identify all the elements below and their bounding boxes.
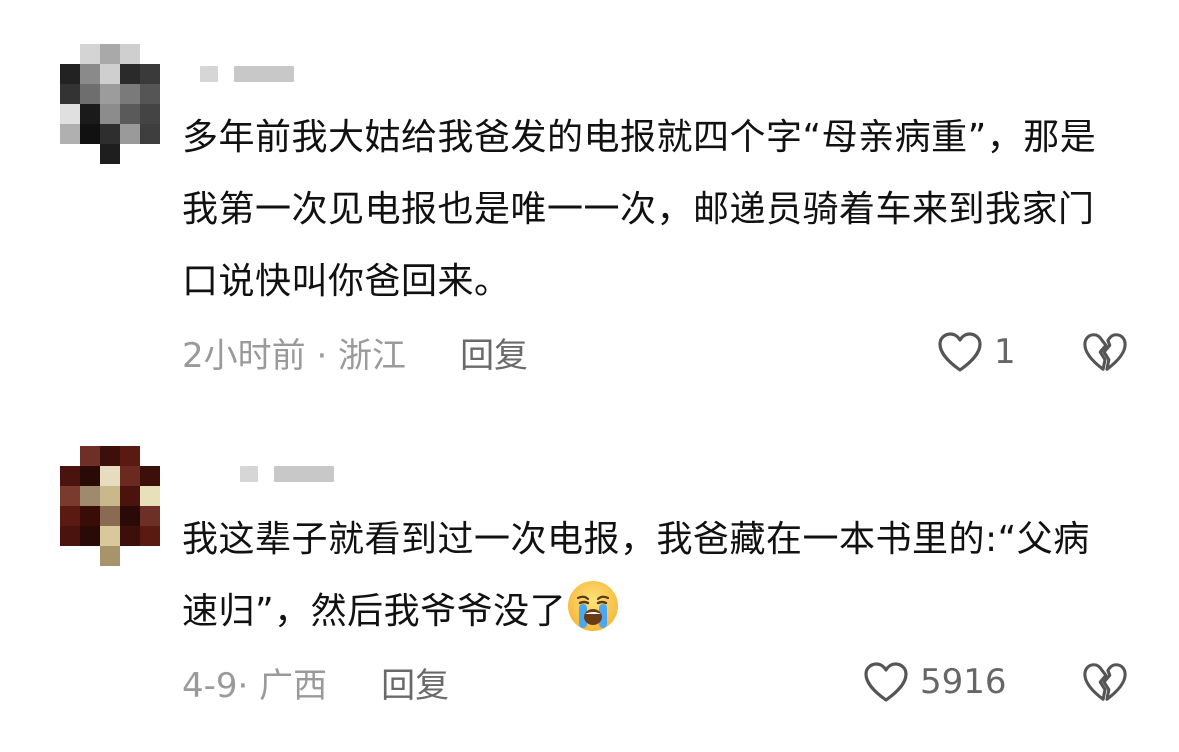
like-count: 1 [994, 332, 1016, 372]
broken-heart-icon [1083, 333, 1127, 371]
like-button[interactable]: 5916 [862, 658, 1007, 706]
crying-face-emoji [568, 581, 619, 631]
comment-text: 我这辈子就看到过一次电报，我爸藏在一本书里的:“父病 速归”，然后我爷爷没了 [182, 504, 1123, 648]
dislike-button[interactable] [1082, 330, 1128, 374]
avatar[interactable] [60, 44, 160, 164]
username-blurred[interactable] [240, 466, 334, 482]
comment-meta: 4-9· 广西 回复 [182, 658, 449, 706]
heart-outline-icon [938, 332, 982, 372]
heart-outline-icon [864, 662, 908, 702]
comment-time-location: 4-9· 广西 [182, 665, 328, 706]
username-blurred[interactable] [200, 66, 294, 82]
avatar[interactable] [60, 446, 160, 566]
comment-text: 多年前我大姑给我爸发的电报就四个字“母亲病重”，那是我第一次见电报也是唯一一次，… [182, 117, 1097, 302]
comment-meta: 2小时前 · 浙江 回复 [182, 328, 528, 376]
broken-heart-icon [1083, 663, 1127, 701]
comment-text-content: 我这辈子就看到过一次电报，我爸藏在一本书里的:“父病 速归”，然后我爷爷没了 [182, 519, 1090, 632]
comment-time-location: 2小时前 · 浙江 [182, 335, 407, 376]
comment-item: 多年前我大姑给我爸发的电报就四个字“母亲病重”，那是我第一次见电报也是唯一一次，… [0, 0, 1179, 390]
reply-button[interactable]: 回复 [381, 658, 449, 707]
like-count: 5916 [920, 662, 1007, 702]
like-button[interactable]: 1 [936, 328, 1016, 376]
dislike-button[interactable] [1082, 660, 1128, 704]
reply-button[interactable]: 回复 [460, 328, 528, 377]
comment-item: 我这辈子就看到过一次电报，我爸藏在一本书里的:“父病 速归”，然后我爷爷没了 4… [0, 420, 1179, 752]
